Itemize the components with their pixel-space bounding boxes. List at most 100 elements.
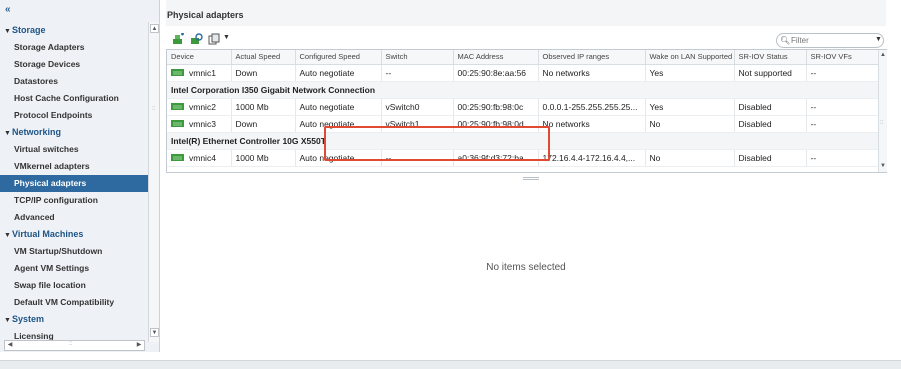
sidebar-category-networking[interactable]: ▼Networking [0, 124, 148, 141]
column-header-sr-iov-status[interactable]: SR-IOV Status [734, 50, 807, 65]
main-panel: Physical adapters ▼ 🔍︎ ▼ [166, 0, 887, 352]
table-cell: 1000 Mb [231, 149, 296, 167]
expand-triangle-icon[interactable]: ▼ [4, 125, 12, 142]
table-cell: Auto negotiate [295, 98, 382, 116]
chevron-down-icon[interactable]: ▼ [875, 36, 882, 43]
copy-icon[interactable] [208, 33, 221, 45]
table-body: vmnic1 Down Auto negotiate -- 00:25:90:8e:aa… [167, 64, 879, 167]
sidebar-item-host-cache-configuration[interactable]: Host Cache Configuration [0, 90, 148, 107]
column-header-switch[interactable]: Switch [381, 50, 454, 65]
expand-triangle-icon[interactable]: ▼ [4, 23, 12, 40]
scroll-down-icon[interactable]: ▼ [879, 162, 887, 170]
table-cell: Down [231, 115, 296, 133]
table-header-row: Device Actual Speed Configured Speed Switch… [167, 50, 879, 65]
table-cell: No networks [538, 64, 646, 82]
sidebar-item-vmkernel-adapters[interactable]: VMkernel adapters [0, 158, 148, 175]
table-group-row: Intel(R) Ethernet Controller 10G X550T [167, 132, 879, 150]
sidebar-category-virtual-machines[interactable]: ▼Virtual Machines [0, 226, 148, 243]
table-cell: -- [381, 64, 454, 82]
sidebar-item-tcp-ip-configuration[interactable]: TCP/IP configuration [0, 192, 148, 209]
group-label: Intel Corporation I350 Gigabit Network C… [167, 81, 879, 99]
sidebar-item-datastores[interactable]: Datastores [0, 73, 148, 90]
table-cell: -- [806, 115, 879, 133]
device-name: vmnic1 [189, 67, 216, 78]
table-cell: No [645, 149, 735, 167]
device-name: vmnic2 [189, 101, 216, 112]
table-cell: Auto negotiate [295, 149, 382, 167]
expand-triangle-icon[interactable]: ▼ [4, 312, 12, 329]
scroll-up-icon[interactable]: ▲ [879, 51, 887, 59]
scroll-down-icon[interactable]: ▼ [150, 328, 159, 337]
toolbar: ▼ 🔍︎ ▼ [166, 27, 886, 49]
add-network-icon[interactable] [172, 33, 185, 45]
table-cell: Not supported [734, 64, 807, 82]
table-row[interactable]: vmnic1 Down Auto negotiate -- 00:25:90:8e:aa… [167, 64, 879, 82]
table-cell: -- [381, 149, 454, 167]
toolbar-dropdown-icon[interactable]: ▼ [223, 34, 230, 41]
table-cell: -- [806, 98, 879, 116]
scroll-grip-icon: :: [880, 120, 884, 126]
column-header-configured-speed[interactable]: Configured Speed [295, 50, 382, 65]
sidebar-item-protocol-endpoints[interactable]: Protocol Endpoints [0, 107, 148, 124]
column-header-device[interactable]: Device [167, 50, 232, 65]
column-header-actual-speed[interactable]: Actual Speed [231, 50, 296, 65]
refresh-adapter-icon[interactable] [190, 33, 203, 45]
sidebar-item-storage-adapters[interactable]: Storage Adapters [0, 39, 148, 56]
column-header-observed-ip-ranges[interactable]: Observed IP ranges [538, 50, 646, 65]
sidebar-vertical-scrollbar[interactable]: ▲ :: ▼ [148, 22, 159, 342]
sidebar-item-swap-file-location[interactable]: Swap file location [0, 277, 148, 294]
table-cell: 00:25:90:8e:aa:56 [453, 64, 539, 82]
device-name: vmnic4 [189, 152, 216, 163]
sidebar-category-system[interactable]: ▼System [0, 311, 148, 328]
column-header-sr-iov-vfs[interactable]: SR-IOV VFs [806, 50, 879, 65]
column-header-mac-address[interactable]: MAC Address [453, 50, 539, 65]
sidebar-item-virtual-switches[interactable]: Virtual switches [0, 141, 148, 158]
scroll-left-icon[interactable]: ◀ [5, 341, 15, 350]
sidebar-category-label: Virtual Machines [12, 229, 84, 239]
search-icon: 🔍︎ [780, 36, 791, 45]
table-cell: No networks [538, 115, 646, 133]
table-cell: Yes [645, 98, 735, 116]
sidebar-item-advanced[interactable]: Advanced [0, 209, 148, 226]
table-cell: 00:25:90:fb:98:0c [453, 98, 539, 116]
table-cell: vmnic2 [167, 98, 232, 116]
collapse-sidebar-button[interactable]: « [5, 4, 11, 15]
filter-box[interactable]: 🔍︎ ▼ [776, 33, 884, 48]
group-label: Intel(R) Ethernet Controller 10G X550T [167, 132, 879, 150]
table-cell: vSwitch1 [381, 115, 454, 133]
column-header-wake-on-lan-supported[interactable]: Wake on LAN Supported [645, 50, 735, 65]
device-name: vmnic3 [189, 118, 216, 129]
table-cell: vmnic3 [167, 115, 232, 133]
table-row[interactable]: vmnic4 1000 Mb Auto negotiate -- a0:36:9f:d3… [167, 149, 879, 167]
table-cell: Auto negotiate [295, 115, 382, 133]
pane-splitter[interactable] [523, 177, 539, 180]
table-cell: Auto negotiate [295, 64, 382, 82]
table-row[interactable]: vmnic2 1000 Mb Auto negotiate vSwitch0 00:25… [167, 98, 879, 116]
sidebar-item-vm-startup-shutdown[interactable]: VM Startup/Shutdown [0, 243, 148, 260]
filter-input[interactable] [791, 35, 871, 46]
network-adapter-icon [171, 119, 184, 127]
page: « ▼Storage Storage Adapters Storage Device… [0, 0, 901, 369]
table-cell: 172.16.4.4-172.16.4.4,... [538, 149, 646, 167]
table-group-row: Intel Corporation I350 Gigabit Network C… [167, 81, 879, 99]
sidebar-horizontal-scrollbar[interactable]: ◀ :: ▶ [4, 340, 145, 351]
sidebar-item-agent-vm-settings[interactable]: Agent VM Settings [0, 260, 148, 277]
scroll-grip-icon: :: [69, 341, 73, 347]
table-cell: vmnic1 [167, 64, 232, 82]
scroll-up-icon[interactable]: ▲ [150, 24, 159, 33]
expand-triangle-icon[interactable]: ▼ [4, 227, 12, 244]
footer-bar [0, 360, 901, 369]
scroll-right-icon[interactable]: ▶ [134, 341, 144, 350]
network-adapter-icon [171, 68, 184, 76]
sidebar-item-default-vm-compatibility[interactable]: Default VM Compatibility [0, 294, 148, 311]
scroll-grip-icon: :: [152, 106, 156, 112]
table-scrollbar[interactable]: ▲ :: ▼ [878, 50, 887, 172]
sidebar-item-physical-adapters[interactable]: Physical adapters [0, 175, 148, 192]
sidebar-category-storage[interactable]: ▼Storage [0, 22, 148, 39]
table-row[interactable]: vmnic3 Down Auto negotiate vSwitch1 00:25:90… [167, 115, 879, 133]
table-cell: No [645, 115, 735, 133]
table-cell: -- [806, 64, 879, 82]
empty-message: No items selected [486, 262, 566, 273]
sidebar: « ▼Storage Storage Adapters Storage Device… [0, 0, 160, 352]
sidebar-item-storage-devices[interactable]: Storage Devices [0, 56, 148, 73]
